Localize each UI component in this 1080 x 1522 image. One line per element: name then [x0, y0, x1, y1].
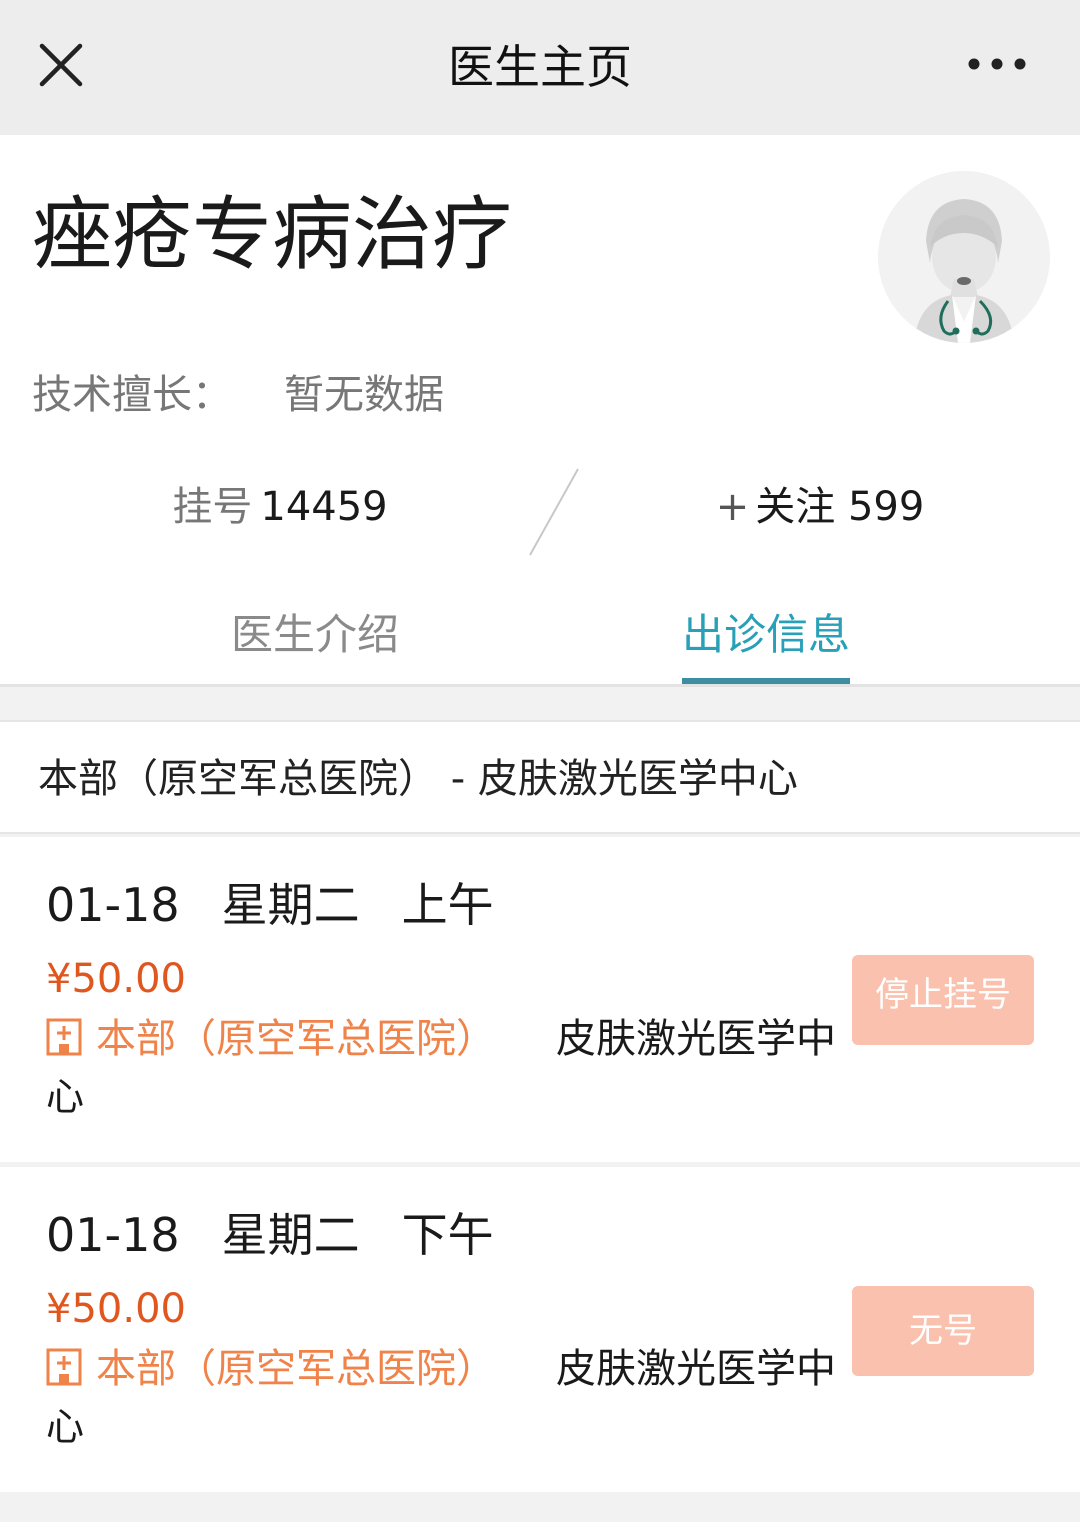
slot-period: 下午	[401, 1208, 494, 1262]
plus-icon: +	[715, 484, 750, 530]
skill-row: 技术擅长： 暂无数据	[32, 370, 444, 420]
slot-price: ¥50.00	[46, 1286, 186, 1332]
slot-period: 上午	[401, 878, 494, 932]
registration-number: 14459	[260, 484, 388, 530]
tab-divider	[0, 684, 1080, 687]
slot-hospital-name: 本部（原空军总医院）	[96, 1016, 496, 1062]
slot-department-line1: 皮肤激光医学中	[556, 1016, 836, 1062]
more-icon[interactable]	[966, 56, 1028, 72]
slot-datetime: 01-18 星期二 下午	[46, 1207, 494, 1263]
doctor-avatar-icon	[878, 171, 1050, 343]
department-title: 本部（原空军总医院） - 皮肤激光医学中心	[38, 756, 798, 802]
hospital-icon	[46, 1348, 82, 1386]
slot-department-line2: 心	[46, 1075, 85, 1119]
slot-datetime: 01-18 星期二 上午	[46, 877, 494, 933]
department-header: 本部（原空军总医院） - 皮肤激光医学中心	[0, 720, 1080, 834]
slot-hospital: 本部（原空军总医院）	[46, 1013, 496, 1065]
schedule-slot: 01-18 星期二 下午 ¥50.00 本部（原空军总医院） 皮肤激光医学中 心 无…	[0, 1167, 1080, 1492]
slot-hospital: 本部（原空军总医院）	[46, 1343, 496, 1395]
follow-count: 599	[847, 484, 925, 530]
slot-price: ¥50.00	[46, 956, 186, 1002]
doctor-name: 痤疮专病治疗	[32, 188, 512, 281]
skill-label: 技术擅长：	[32, 372, 232, 418]
slot-weekday: 星期二	[221, 878, 360, 932]
slot-department-line2: 心	[46, 1405, 85, 1449]
skill-value: 暂无数据	[284, 372, 444, 418]
slot-date: 01-18	[46, 1208, 180, 1262]
doctor-profile: 痤疮专病治疗 技术擅长： 暂无数据 挂号 14459 + 关注 599 医生介绍 出诊…	[0, 135, 1080, 687]
registration-label: 挂号	[172, 484, 253, 530]
slot-date: 01-18	[46, 878, 180, 932]
schedule-slot: 01-18 星期二 上午 ¥50.00 本部（原空军总医院） 皮肤激光医学中 心 停…	[0, 837, 1080, 1162]
avatar	[878, 171, 1050, 343]
tab-schedule-info[interactable]: 出诊信息	[682, 607, 850, 663]
registration-count: 挂号 14459	[0, 480, 560, 534]
no-slots-button[interactable]: 无号	[852, 1286, 1034, 1376]
slot-department-line1: 皮肤激光医学中	[556, 1346, 836, 1392]
hospital-icon	[46, 1018, 82, 1056]
stop-registration-button[interactable]: 停止挂号	[852, 955, 1034, 1045]
follow-label: 关注	[755, 484, 836, 530]
tab-doctor-intro[interactable]: 医生介绍	[0, 607, 630, 663]
top-bar: 医生主页	[0, 0, 1080, 135]
page-title: 医生主页	[448, 40, 632, 94]
slot-weekday: 星期二	[221, 1208, 360, 1262]
follow-button[interactable]: + 关注 599	[560, 480, 1080, 534]
slot-hospital-name: 本部（原空军总医院）	[96, 1346, 496, 1392]
